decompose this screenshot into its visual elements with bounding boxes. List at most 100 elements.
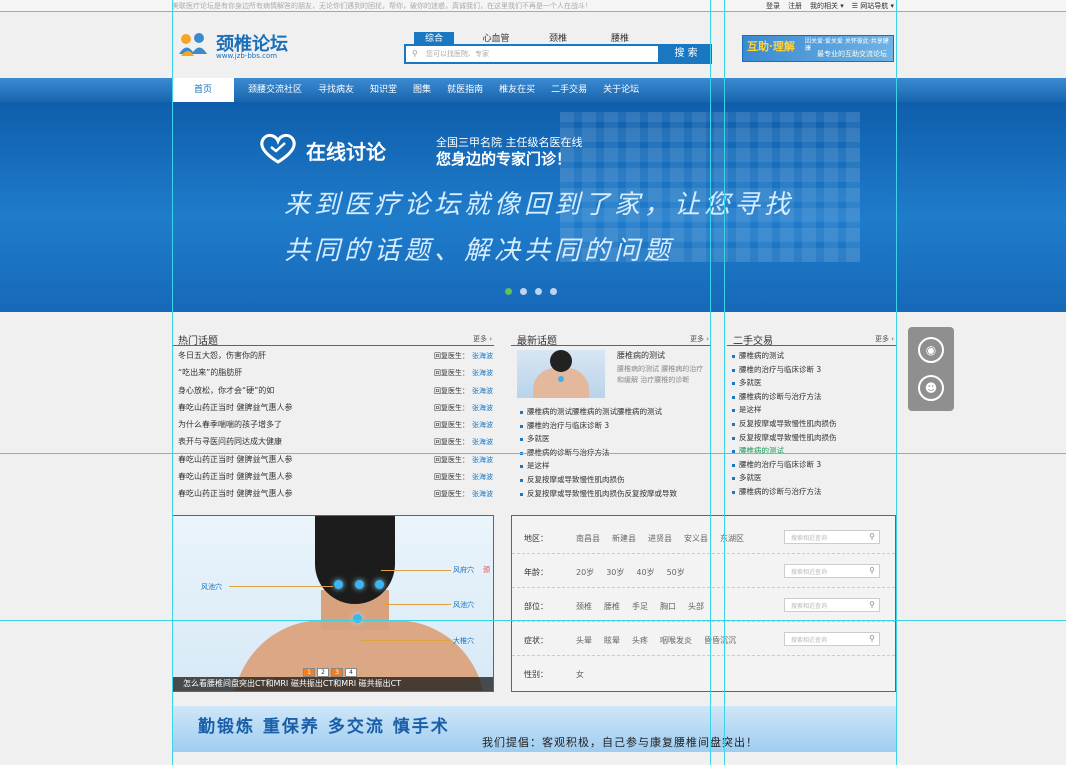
filter-option[interactable]: 头疼 bbox=[632, 635, 648, 646]
nav-medical-guide[interactable]: 就医指南 bbox=[439, 78, 491, 102]
hot-reply-name[interactable]: 张海波 bbox=[472, 437, 493, 447]
photo-page[interactable]: 4 bbox=[345, 668, 357, 677]
list-item[interactable]: 多就医 bbox=[731, 377, 837, 391]
filter-option[interactable]: 30岁 bbox=[606, 567, 624, 578]
filter-label: 地区： bbox=[524, 534, 548, 543]
hot-reply-name[interactable]: 张海波 bbox=[472, 489, 493, 499]
filter-option[interactable]: 腰椎 bbox=[604, 601, 620, 612]
trade-more-link[interactable]: 更多 › bbox=[875, 334, 894, 344]
list-item[interactable]: 是这样 bbox=[731, 404, 837, 418]
photo-caption[interactable]: 怎么看腰椎间盘突出CT和MRI 磁共振出CT和MRI 磁共振出CT bbox=[173, 677, 493, 691]
list-item[interactable]: 反复按摩或导致慢性肌肉损伤反复按摩或导致 bbox=[519, 488, 677, 502]
filter-option[interactable]: 女 bbox=[576, 669, 584, 680]
slogan-banner[interactable]: 勤锻炼 重保养 多交流 慎手术 我们提倡：客观积极，自己参与康复腰椎间盘突出！ bbox=[172, 706, 896, 752]
list-item[interactable]: 腰椎病的测试腰椎病的测试腰椎病的测试 bbox=[519, 406, 677, 420]
hot-topic-title[interactable]: 春吃山药正当时 健脾益气惠人参 bbox=[178, 488, 293, 499]
hot-reply-name[interactable]: 张海波 bbox=[472, 472, 493, 482]
filter-option[interactable]: 进贤县 bbox=[648, 533, 672, 544]
list-item[interactable]: 腰椎病的测试 bbox=[731, 350, 837, 364]
filter-option[interactable]: 南昌县 bbox=[576, 533, 600, 544]
nav-knowledge[interactable]: 知识堂 bbox=[362, 78, 405, 102]
list-item[interactable]: 腰椎病的测试 bbox=[731, 445, 837, 459]
search-button[interactable]: 搜 索 bbox=[660, 44, 712, 64]
filter-option[interactable]: 颈椎 bbox=[576, 601, 592, 612]
search-icon[interactable]: ⚲ bbox=[869, 634, 875, 643]
filter-option[interactable]: 手足 bbox=[632, 601, 648, 612]
filter-option[interactable]: 20岁 bbox=[576, 567, 594, 578]
latest-more-link[interactable]: 更多 › bbox=[690, 334, 709, 344]
filter-option[interactable]: 昏昏沉沉 bbox=[704, 635, 736, 646]
search-icon[interactable]: ⚲ bbox=[869, 566, 875, 575]
hot-reply-name[interactable]: 张海波 bbox=[472, 351, 493, 361]
search-icon[interactable]: ⚲ bbox=[869, 600, 875, 609]
hot-topic-title[interactable]: “吃出来”的脂肪肝 bbox=[178, 367, 242, 378]
wechat-icon[interactable]: ☻ bbox=[918, 375, 944, 401]
banner[interactable]: 在线讨论 全国三甲名院 主任级名医在线 您身边的专家门诊！ 来到医疗论坛就像回到… bbox=[0, 102, 1066, 312]
search-input[interactable]: ⚲ 您可以找医院、专家 bbox=[404, 44, 660, 64]
nav-community[interactable]: 颈腰交流社区 bbox=[240, 78, 310, 102]
hot-topic-title[interactable]: 身心放松，你才会“硬”的如 bbox=[178, 385, 274, 396]
filter-search-input[interactable]: 搜索相近查询 ⚲ bbox=[784, 564, 880, 578]
filter-option[interactable]: 胸口 bbox=[660, 601, 676, 612]
hot-reply-label: 回复医生： bbox=[434, 455, 469, 464]
nav-about[interactable]: 关于论坛 bbox=[595, 78, 647, 102]
filter-search-input[interactable]: 搜索相近查询 ⚲ bbox=[784, 598, 880, 612]
latest-feature-image[interactable] bbox=[517, 350, 605, 398]
list-item[interactable]: 多就医 bbox=[519, 433, 677, 447]
login-link[interactable]: 登录 bbox=[766, 1, 780, 11]
my-menu-link[interactable]: 我的相关 ▾ bbox=[810, 1, 844, 11]
hot-topic-title[interactable]: 为什么春季喘喘的孩子增多了 bbox=[178, 419, 282, 430]
hot-topic-title[interactable]: 表开与寻医问药同达成大健康 bbox=[178, 436, 282, 447]
nav-home[interactable]: 首页 bbox=[172, 78, 234, 102]
list-item[interactable]: 反复按摩或导致慢性肌肉损伤 bbox=[731, 418, 837, 432]
hot-topic-title[interactable]: 冬日五大怨，伤害你的肝 bbox=[178, 350, 266, 361]
banner-dot[interactable] bbox=[535, 288, 542, 295]
hot-more-link[interactable]: 更多 › bbox=[473, 334, 492, 344]
weibo-icon[interactable]: ◉ bbox=[918, 337, 944, 363]
filter-option[interactable]: 50岁 bbox=[667, 567, 685, 578]
list-item[interactable]: 反复按摩或导致慢性肌肉损伤 bbox=[519, 474, 677, 488]
nav-gallery[interactable]: 图集 bbox=[405, 78, 439, 102]
hot-reply-name[interactable]: 张海波 bbox=[472, 386, 493, 396]
list-item[interactable]: 腰椎病的诊断与治疗方法 bbox=[731, 486, 837, 500]
list-item[interactable]: 多就医 bbox=[731, 472, 837, 486]
filter-option[interactable]: 安义县 bbox=[684, 533, 708, 544]
hot-reply-name[interactable]: 张海波 bbox=[472, 403, 493, 413]
filter-search-input[interactable]: 搜索相近查询 ⚲ bbox=[784, 632, 880, 646]
filter-option[interactable]: 40岁 bbox=[636, 567, 654, 578]
latest-feature-title[interactable]: 腰椎病的测试 bbox=[617, 350, 665, 361]
banner-dot[interactable] bbox=[520, 288, 527, 295]
hot-topic-title[interactable]: 春吃山药正当时 健脾益气惠人参 bbox=[178, 454, 293, 465]
list-item[interactable]: 腰椎的治疗与临床诊断 3 bbox=[519, 420, 677, 434]
filter-option[interactable]: 眩晕 bbox=[604, 635, 620, 646]
list-item[interactable]: 是这样 bbox=[519, 460, 677, 474]
filter-option[interactable]: 咽喉发炎 bbox=[660, 635, 692, 646]
filter-option[interactable]: 头晕 bbox=[576, 635, 592, 646]
filter-search-input[interactable]: 搜索相近查询 ⚲ bbox=[784, 530, 880, 544]
list-item[interactable]: 反复按摩或导致慢性肌肉损伤 bbox=[731, 432, 837, 446]
hot-reply-name[interactable]: 张海波 bbox=[472, 455, 493, 465]
photo-page[interactable]: 3 bbox=[331, 668, 343, 677]
register-link[interactable]: 注册 bbox=[788, 1, 802, 11]
search-icon[interactable]: ⚲ bbox=[869, 532, 875, 541]
list-item[interactable]: 腰椎的治疗与临床诊断 3 bbox=[731, 459, 837, 473]
banner-dot[interactable] bbox=[550, 288, 557, 295]
photo-page[interactable]: 2 bbox=[317, 668, 329, 677]
nav-find-patients[interactable]: 寻找病友 bbox=[310, 78, 362, 102]
photo-carousel[interactable]: 风池穴 风府穴 风池穴 大椎穴 颈 1 2 3 4 怎么看腰椎间盘突出CT和MR… bbox=[172, 515, 494, 692]
banner-dot[interactable] bbox=[505, 288, 512, 295]
filter-option[interactable]: 头部 bbox=[688, 601, 704, 612]
nav-second-hand[interactable]: 二手交易 bbox=[543, 78, 595, 102]
nav-shopping[interactable]: 椎友在买 bbox=[491, 78, 543, 102]
hot-topic-title[interactable]: 春吃山药正当时 健脾益气惠人参 bbox=[178, 471, 293, 482]
filter-option[interactable]: 新建县 bbox=[612, 533, 636, 544]
acupoint-marker bbox=[355, 580, 364, 589]
photo-page[interactable]: 1 bbox=[303, 668, 315, 677]
site-nav-link[interactable]: ☰ 网站导航 ▾ bbox=[852, 1, 894, 11]
header-ad[interactable]: 互助·理解 因关爱·爱关爱 关怀彼此·共享健康 最专业的互助交流论坛 bbox=[742, 35, 894, 62]
hot-topic-title[interactable]: 春吃山药正当时 健脾益气惠人参 bbox=[178, 402, 293, 413]
list-item[interactable]: 腰椎病的诊断与治疗方法 bbox=[731, 391, 837, 405]
hot-reply-name[interactable]: 张海波 bbox=[472, 420, 493, 430]
hot-reply-name[interactable]: 张海波 bbox=[472, 368, 493, 378]
list-item[interactable]: 腰椎的治疗与临床诊断 3 bbox=[731, 364, 837, 378]
